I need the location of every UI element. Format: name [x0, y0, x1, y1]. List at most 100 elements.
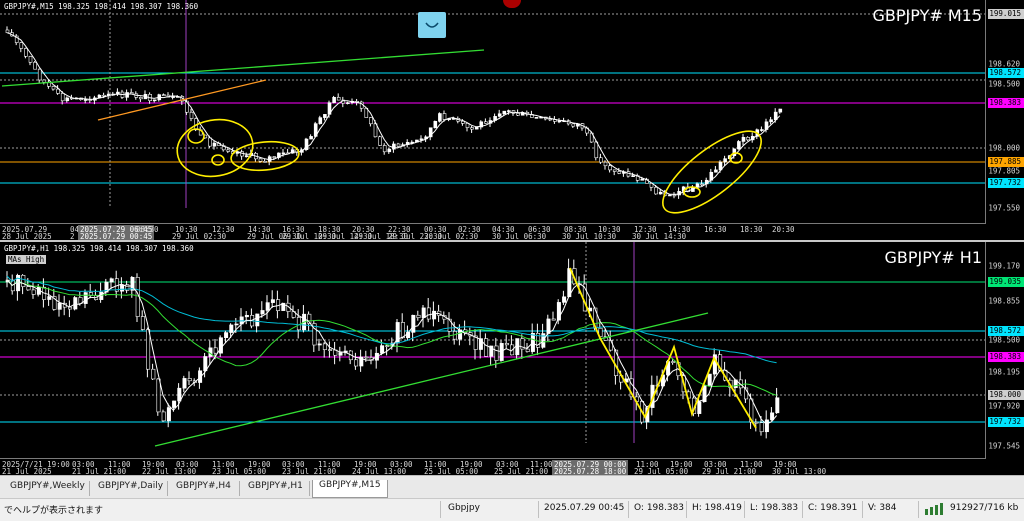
candle	[672, 194, 677, 197]
candle	[203, 356, 208, 372]
candle	[474, 126, 479, 130]
candle	[187, 378, 192, 382]
candle	[668, 194, 672, 197]
candle	[182, 378, 187, 389]
candle	[494, 345, 499, 361]
candle	[707, 373, 712, 386]
candle	[737, 141, 741, 150]
candle	[166, 407, 171, 422]
candle	[502, 110, 507, 115]
candle	[658, 191, 663, 195]
candle	[484, 121, 488, 124]
time-tick: 30 Jul 14:30	[632, 232, 687, 240]
candle	[775, 397, 780, 414]
moving-average-line	[6, 279, 777, 425]
price-tick: 199.170	[988, 261, 1020, 271]
h1-plot-area[interactable]	[0, 242, 986, 459]
candle	[382, 145, 387, 153]
candle	[603, 161, 608, 167]
candle	[760, 129, 764, 131]
price-level-badge: 198.383	[988, 352, 1024, 362]
tab-h4[interactable]: GBPJPY#,H4	[170, 481, 240, 496]
candle	[60, 93, 65, 102]
h1-title: GBPJPY# H1	[884, 248, 982, 267]
candle	[364, 356, 369, 359]
candle	[612, 169, 617, 172]
hand-drawn-circle	[211, 154, 225, 166]
status-traffic: 912927/716 kb	[950, 503, 1019, 513]
time-tick: 21 Jul 2025	[2, 467, 52, 475]
candle	[432, 310, 437, 320]
time-tick: 25 Jul 05:00	[424, 467, 479, 475]
candle	[189, 111, 194, 119]
candle	[608, 165, 612, 171]
chart-m15[interactable]: GBPJPY#,M15 198.325 198.414 198.307 198.…	[0, 0, 1024, 240]
status-high: H: 198.419	[692, 503, 742, 513]
candle	[754, 421, 759, 424]
candle	[24, 48, 28, 57]
candle	[769, 119, 773, 123]
tab-m15[interactable]: GBPJPY#,M15	[312, 480, 388, 498]
m15-info-line: GBPJPY#,M15 198.325 198.414 198.307 198.…	[4, 2, 199, 11]
price-level-badge: 198.572	[988, 68, 1024, 78]
candle	[152, 99, 157, 102]
candle	[26, 286, 31, 291]
candle	[317, 343, 322, 346]
time-tick: 28 Jul 2025	[2, 232, 52, 240]
candle	[21, 275, 26, 287]
time-tick: 23 Jul 05:00	[212, 467, 267, 475]
candle	[31, 289, 36, 295]
candle	[764, 419, 769, 433]
candle	[557, 120, 562, 123]
tab-weekly[interactable]: GBPJPY#,Weekly	[4, 481, 90, 496]
tab-h1[interactable]: GBPJPY#,H1	[242, 481, 310, 496]
tab-daily[interactable]: GBPJPY#,Daily	[92, 481, 168, 496]
candle	[442, 113, 447, 120]
m15-plot-area[interactable]	[0, 0, 986, 224]
candle	[338, 352, 343, 356]
candle	[224, 332, 229, 338]
h1-price-axis: 199.170 198.855 198.500 198.195 198.000197.9…	[985, 242, 1024, 475]
time-tick: 2025.07.29 00:45	[78, 232, 155, 240]
candle	[109, 278, 114, 283]
time-tick: 30 Jul 10:30	[562, 232, 617, 240]
hand-drawn-circle	[187, 128, 205, 144]
connection-bars-icon[interactable]	[924, 503, 948, 518]
candle	[42, 79, 47, 83]
candle	[323, 114, 327, 118]
candle	[392, 143, 396, 150]
candle	[438, 113, 442, 122]
chart-h1[interactable]: GBPJPY#,H1 198.325 198.414 198.307 198.3…	[0, 242, 1024, 475]
candle	[416, 314, 421, 318]
candle	[281, 152, 286, 155]
time-tick: 22 Jul 13:00	[142, 467, 197, 475]
trend-line	[97, 79, 267, 121]
h1-time-axis: 2025/7/21 19:00 03:00 11:00 19:00 03:00 11:00…	[0, 458, 986, 475]
phone-icon[interactable]	[418, 12, 446, 38]
candle	[697, 401, 702, 414]
candle	[322, 343, 327, 350]
candle	[741, 137, 746, 142]
price-tick: 198.000	[988, 143, 1020, 153]
candle	[83, 292, 88, 304]
candle	[208, 137, 212, 147]
price-level-badge: 198.572	[988, 326, 1024, 336]
candle	[504, 343, 509, 346]
candle	[172, 400, 177, 408]
price-level-badge: 198.383	[988, 98, 1024, 108]
price-level-badge: 197.885	[988, 157, 1024, 167]
candle	[125, 92, 129, 98]
candle	[385, 345, 390, 347]
candle	[380, 345, 385, 354]
candle	[57, 302, 62, 310]
candle	[369, 117, 373, 125]
candle	[226, 149, 231, 152]
status-time: 2025.07.29 00:45	[544, 503, 625, 513]
candle	[599, 157, 603, 163]
candle	[723, 158, 727, 163]
candle	[484, 338, 489, 357]
candle	[714, 169, 718, 173]
candle	[562, 296, 567, 303]
candle	[548, 118, 553, 121]
candle	[400, 322, 405, 339]
